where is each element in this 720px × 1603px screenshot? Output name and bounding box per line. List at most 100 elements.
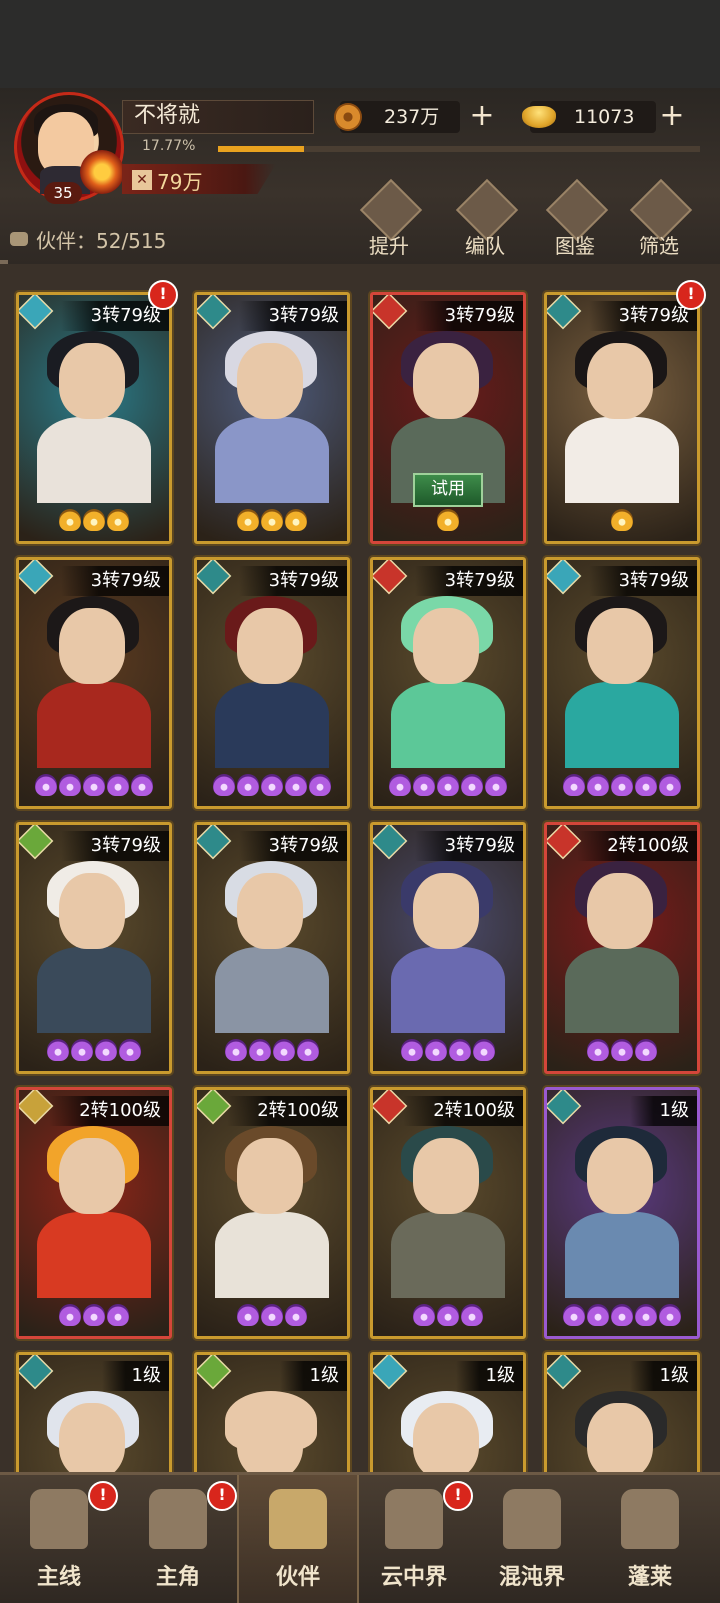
- partner-card[interactable]: 3转79级: [16, 557, 172, 809]
- nav-item[interactable]: 混沌界: [473, 1475, 591, 1603]
- power-icon: ✕: [132, 170, 152, 190]
- star-icon: [563, 1304, 585, 1326]
- star-icon: [35, 774, 57, 796]
- portrait-head: [413, 873, 479, 949]
- player-name: 不将就: [134, 103, 201, 128]
- card-level: 1级: [455, 1361, 523, 1391]
- partner-card[interactable]: 3转79级: [194, 822, 350, 1074]
- star-icon: [237, 1304, 259, 1326]
- nav-label: 伙伴: [275, 1565, 320, 1590]
- portrait-body: [37, 417, 151, 503]
- portrait-head: [587, 873, 653, 949]
- crossed-swords-icon: [30, 1489, 88, 1549]
- nav-item[interactable]: 蓬莱: [591, 1475, 709, 1603]
- star-icon: [461, 1304, 483, 1326]
- codex-button[interactable]: 图鉴: [540, 178, 610, 264]
- upgrade-button[interactable]: 提升: [354, 178, 424, 264]
- portrait-head: [587, 343, 653, 419]
- portrait-head: [237, 1138, 303, 1214]
- card-level: 3转79级: [588, 566, 697, 596]
- star-rating: [197, 509, 347, 535]
- star-icon: [261, 1304, 283, 1326]
- partner-card[interactable]: 3转79级: [370, 557, 526, 809]
- gold-value: 11073: [574, 106, 635, 128]
- star-icon: [119, 1039, 141, 1061]
- portrait-body: [37, 1212, 151, 1298]
- card-level: 2转100级: [577, 831, 697, 861]
- portrait-head: [59, 1138, 125, 1214]
- star-icon: [273, 1039, 295, 1061]
- star-icon: [107, 1304, 129, 1326]
- star-icon: [437, 774, 459, 796]
- star-rating: [19, 1039, 169, 1065]
- partner-card[interactable]: 2转100级: [194, 1087, 350, 1339]
- exp-percent: 17.77%: [142, 138, 196, 154]
- add-gold-button[interactable]: +: [656, 101, 688, 133]
- formation-label: 编队: [465, 234, 505, 258]
- partner-card[interactable]: 3转79级: [16, 822, 172, 1074]
- partner-card[interactable]: 1级: [194, 1352, 350, 1472]
- exp-bar-fill: [218, 146, 304, 152]
- partner-card[interactable]: 2转100级: [544, 822, 700, 1074]
- partner-card[interactable]: 1级: [16, 1352, 172, 1472]
- star-icon: [401, 1039, 423, 1061]
- star-rating: [19, 774, 169, 800]
- partner-card[interactable]: 2转100级: [16, 1087, 172, 1339]
- flame-icon: [80, 150, 124, 194]
- partner-card[interactable]: 3转79级: [544, 292, 700, 544]
- star-rating: [197, 1304, 347, 1330]
- portrait-body: [565, 682, 679, 768]
- portrait-head: [59, 1403, 125, 1472]
- card-level: 3转79级: [238, 831, 347, 861]
- nav-item[interactable]: 主角!: [119, 1475, 237, 1603]
- alert-badge: !: [207, 1481, 237, 1511]
- portrait-body: [215, 682, 329, 768]
- card-level: 3转79级: [238, 566, 347, 596]
- star-icon: [107, 509, 129, 531]
- star-icon: [437, 1304, 459, 1326]
- portrait-body: [215, 947, 329, 1033]
- portrait-head: [237, 608, 303, 684]
- star-icon: [659, 774, 681, 796]
- partner-card[interactable]: 3转79级: [544, 557, 700, 809]
- trial-badge: 试用: [413, 473, 483, 507]
- partner-card[interactable]: 1级: [544, 1087, 700, 1339]
- nav-item[interactable]: 云中界!: [355, 1475, 473, 1603]
- immortal-icon: [621, 1489, 679, 1549]
- partner-grid[interactable]: 3转79级! 3转79级 3转79级 试用 3转79级! 3转79级 3转79级 3转79级 3…: [0, 264, 720, 1472]
- copper-coin-icon: [334, 103, 362, 131]
- formation-button[interactable]: 编队: [450, 178, 520, 264]
- partner-card[interactable]: 3转79级: [194, 557, 350, 809]
- star-rating: [19, 509, 169, 535]
- codex-label: 图鉴: [555, 234, 595, 258]
- partner-card[interactable]: 3转79级: [16, 292, 172, 544]
- nav-item[interactable]: 伙伴: [237, 1475, 359, 1603]
- portrait-head: [413, 1403, 479, 1472]
- partner-card[interactable]: 1级: [370, 1352, 526, 1472]
- partner-card[interactable]: 3转79级: [194, 292, 350, 544]
- star-icon: [213, 774, 235, 796]
- partner-card[interactable]: 3转79级 试用: [370, 292, 526, 544]
- partner-card[interactable]: 1级: [544, 1352, 700, 1472]
- star-icon: [309, 774, 331, 796]
- portrait-head: [237, 873, 303, 949]
- add-copper-button[interactable]: +: [466, 101, 498, 133]
- filter-button[interactable]: 筛选: [624, 178, 694, 264]
- star-icon: [261, 774, 283, 796]
- star-icon: [587, 774, 609, 796]
- star-icon: [285, 1304, 307, 1326]
- star-rating: [373, 509, 523, 535]
- star-icon: [659, 1304, 681, 1326]
- star-icon: [47, 1039, 69, 1061]
- nav-item[interactable]: 主线!: [0, 1475, 118, 1603]
- partner-card[interactable]: 2转100级: [370, 1087, 526, 1339]
- portrait-head: [59, 343, 125, 419]
- filter-label: 筛选: [639, 234, 679, 258]
- star-icon: [635, 774, 657, 796]
- star-icon: [425, 1039, 447, 1061]
- portrait-head: [59, 873, 125, 949]
- card-level: 1级: [629, 1096, 697, 1126]
- partner-card[interactable]: 3转79级: [370, 822, 526, 1074]
- star-icon: [285, 774, 307, 796]
- portrait-body: [37, 947, 151, 1033]
